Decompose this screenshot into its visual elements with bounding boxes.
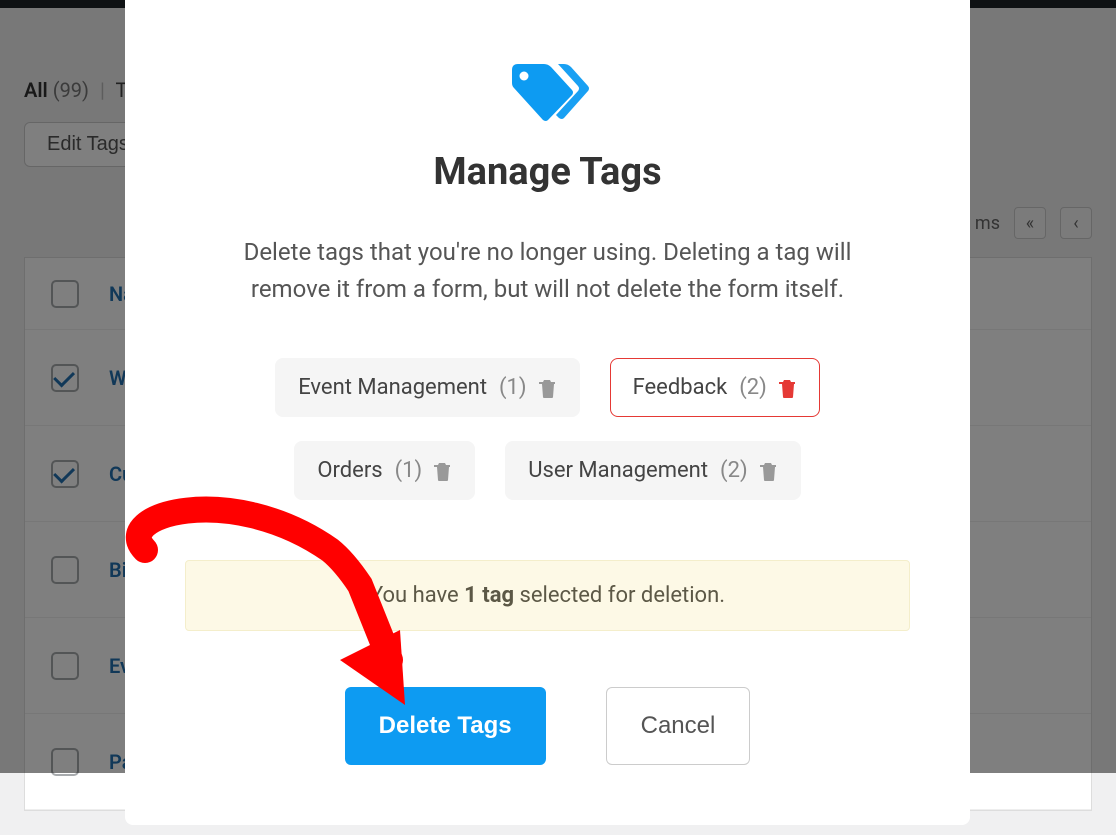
tag-label: Orders bbox=[317, 458, 382, 483]
notice-bold: 1 tag bbox=[464, 583, 514, 608]
modal-actions: Delete Tags Cancel bbox=[185, 687, 910, 765]
cancel-button[interactable]: Cancel bbox=[606, 687, 751, 765]
tags-icon bbox=[185, 56, 910, 130]
tag-count: (1) bbox=[499, 375, 527, 400]
notice-suffix: selected for deletion. bbox=[514, 583, 725, 608]
tag-orders[interactable]: Orders (1) bbox=[294, 441, 475, 500]
tag-list: Event Management (1) Feedback (2) Orders… bbox=[185, 358, 910, 500]
tag-event-management[interactable]: Event Management (1) bbox=[275, 358, 579, 417]
trash-icon[interactable] bbox=[779, 378, 797, 398]
notice-prefix: You have bbox=[370, 583, 464, 608]
modal-description: Delete tags that you're no longer using.… bbox=[185, 234, 910, 308]
trash-icon[interactable] bbox=[434, 461, 452, 481]
manage-tags-modal: Manage Tags Delete tags that you're no l… bbox=[125, 0, 970, 825]
selection-notice: You have 1 tag selected for deletion. bbox=[185, 560, 910, 631]
tag-label: User Management bbox=[528, 458, 708, 483]
delete-tags-button[interactable]: Delete Tags bbox=[345, 687, 546, 765]
tag-count: (2) bbox=[739, 375, 767, 400]
tag-label: Event Management bbox=[298, 375, 487, 400]
tag-label: Feedback bbox=[633, 375, 728, 400]
tag-count: (2) bbox=[720, 458, 748, 483]
trash-icon[interactable] bbox=[760, 461, 778, 481]
tag-count: (1) bbox=[395, 458, 423, 483]
tag-user-management[interactable]: User Management (2) bbox=[505, 441, 800, 500]
tag-feedback[interactable]: Feedback (2) bbox=[610, 358, 820, 417]
modal-title: Manage Tags bbox=[185, 150, 910, 194]
trash-icon[interactable] bbox=[539, 378, 557, 398]
